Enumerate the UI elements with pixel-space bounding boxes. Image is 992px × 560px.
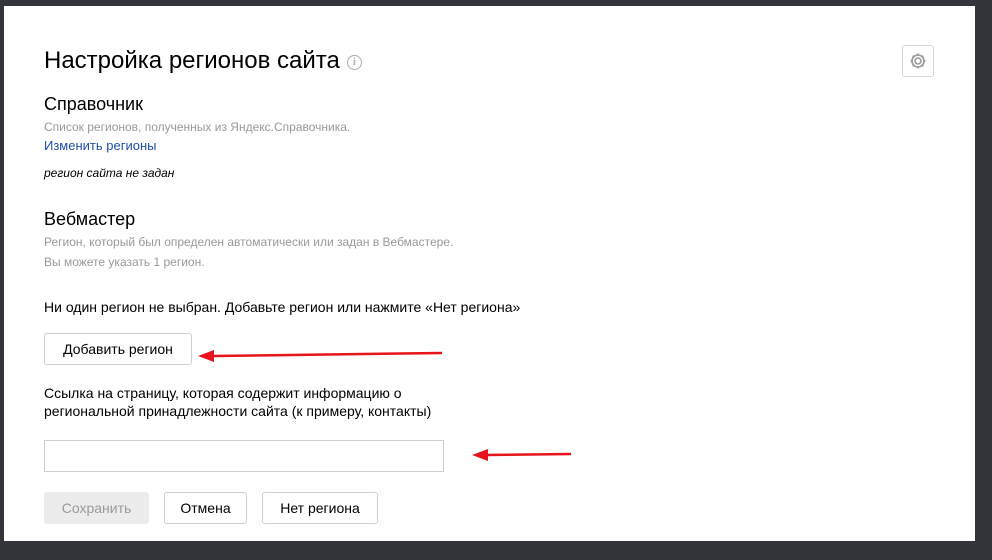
annotation-arrows <box>198 350 572 461</box>
annotation-arrow-add-region <box>198 350 443 362</box>
region-settings-panel: Настройка регионов сайта i Справочник Сп… <box>4 6 975 541</box>
annotation-arrow-link-field <box>472 449 572 461</box>
